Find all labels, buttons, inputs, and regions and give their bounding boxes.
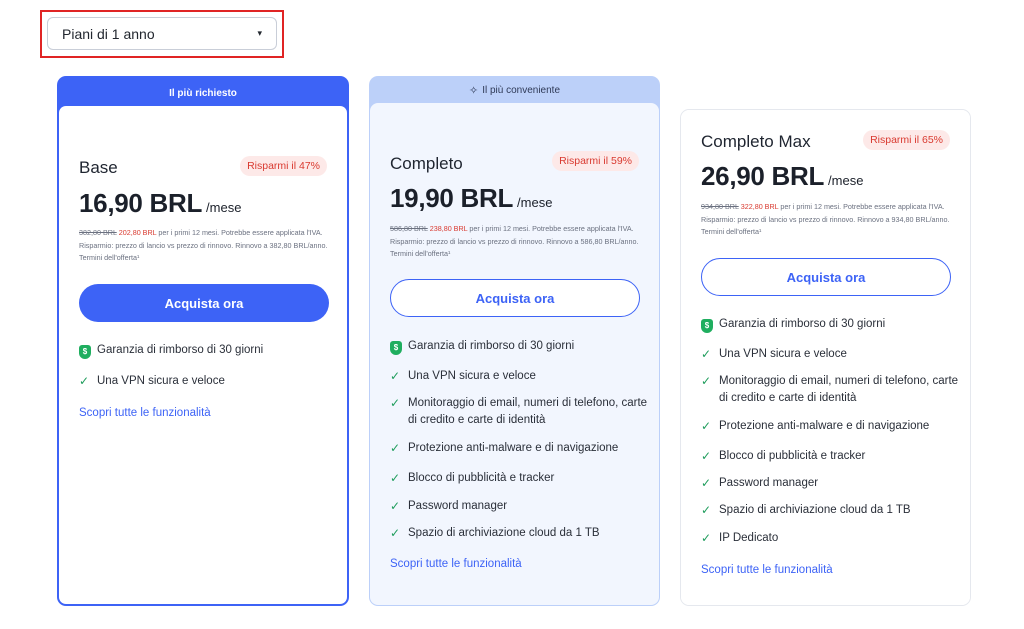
fine-print-text: per i primi 12 mesi. Potrebbe essere app…	[390, 224, 639, 258]
plan-name: Base	[79, 158, 118, 177]
buy-now-button[interactable]: Acquista ora	[390, 279, 640, 317]
price-fine-print: 382,80 BRL 202,80 BRL per i primi 12 mes…	[79, 227, 331, 265]
feature-item: ✓ Monitoraggio di email, numeri di telefo…	[701, 373, 963, 407]
sparkle-icon: ✧	[468, 84, 479, 97]
plan-duration-dropdown[interactable]: Piani di 1 anno ▾	[47, 17, 277, 50]
see-all-features-link[interactable]: Scopri tutte le funzionalità	[79, 407, 211, 419]
old-price: 586,80 BRL	[390, 224, 428, 233]
price: 26,90 BRL	[701, 161, 825, 191]
price-period: /mese	[828, 173, 864, 188]
card-header-label: Il più richiesto	[169, 87, 237, 99]
old-price: 382,80 BRL	[79, 228, 117, 237]
check-icon: ✓	[701, 374, 712, 388]
fine-print-text: per i primi 12 mesi. Potrebbe essere app…	[79, 228, 328, 262]
check-icon: ✓	[701, 449, 712, 463]
feature-item: ✓ Password manager	[390, 498, 652, 515]
guarantee-item: $ Garanzia di rimborso di 30 giorni	[701, 316, 963, 333]
guarantee-label: Garanzia di rimborso di 30 giorni	[97, 344, 264, 356]
feature-label: Blocco di pubblicità e tracker	[408, 472, 555, 484]
check-icon: ✓	[390, 499, 401, 513]
feature-label: Una VPN sicura e veloce	[97, 375, 225, 387]
check-icon: ✓	[390, 396, 401, 410]
feature-item: ✓ IP Dedicato	[701, 530, 963, 547]
card-header-label: Il più conveniente	[482, 84, 561, 96]
price-row: 16,90 BRL /mese	[79, 188, 241, 219]
price-row: 19,90 BRL /mese	[390, 183, 552, 214]
feature-item: ✓ Blocco di pubblicità e tracker	[390, 470, 652, 487]
savings-badge: Risparmi il 59%	[552, 151, 639, 171]
check-icon: ✓	[390, 526, 401, 540]
feature-item: ✓ Una VPN sicura e veloce	[79, 373, 341, 390]
shield-icon: $	[701, 318, 713, 333]
feature-label: Monitoraggio di email, numeri di telefon…	[408, 397, 648, 426]
feature-label: Una VPN sicura e veloce	[719, 348, 847, 360]
shield-icon: $	[79, 344, 91, 359]
check-icon: ✓	[390, 441, 401, 455]
new-price: 202,80 BRL	[118, 228, 157, 237]
feature-item: ✓ Una VPN sicura e veloce	[701, 346, 963, 363]
chevron-down-icon: ▾	[257, 28, 262, 38]
card-body: Base Risparmi il 47% 16,90 BRL /mese 382…	[59, 106, 347, 604]
feature-item: ✓ Spazio di archiviazione cloud da 1 TB	[390, 525, 652, 542]
feature-item: ✓ Password manager	[701, 475, 963, 492]
feature-label: Spazio di archiviazione cloud da 1 TB	[408, 527, 600, 539]
guarantee-item: $ Garanzia di rimborso di 30 giorni	[390, 338, 652, 355]
price-period: /mese	[517, 195, 553, 210]
feature-item: ✓ Una VPN sicura e veloce	[390, 368, 652, 385]
savings-badge: Risparmi il 65%	[863, 130, 950, 150]
feature-item: ✓ Protezione anti-malware e di navigazion…	[390, 440, 652, 457]
feature-item: ✓ Protezione anti-malware e di navigazion…	[701, 418, 963, 435]
savings-badge: Risparmi il 47%	[240, 156, 327, 176]
feature-label: IP Dedicato	[719, 532, 779, 544]
feature-item: ✓ Monitoraggio di email, numeri di telefo…	[390, 395, 652, 429]
card-header-most-convenient: ✧ Il più conveniente	[369, 76, 660, 104]
check-icon: ✓	[390, 471, 401, 485]
check-icon: ✓	[701, 503, 712, 517]
feature-label: Protezione anti-malware e di navigazione	[408, 442, 619, 454]
new-price: 238,80 BRL	[429, 224, 468, 233]
check-icon: ✓	[701, 419, 712, 433]
check-icon: ✓	[701, 347, 712, 361]
fine-print-text: per i primi 12 mesi. Potrebbe essere app…	[701, 202, 950, 236]
plan-name: Completo Max	[701, 132, 811, 151]
feature-item: ✓ Spazio di archiviazione cloud da 1 TB	[701, 502, 963, 519]
see-all-features-link[interactable]: Scopri tutte le funzionalità	[701, 564, 833, 576]
card-body: Completo Risparmi il 59% 19,90 BRL /mese…	[370, 103, 659, 605]
guarantee-label: Garanzia di rimborso di 30 giorni	[719, 318, 886, 330]
old-price: 934,80 BRL	[701, 202, 739, 211]
buy-now-button[interactable]: Acquista ora	[701, 258, 951, 296]
check-icon: ✓	[701, 531, 712, 545]
feature-label: Password manager	[408, 500, 508, 512]
price-fine-print: 934,80 BRL 322,80 BRL per i primi 12 mes…	[701, 201, 953, 239]
plan-duration-label: Piani di 1 anno	[62, 25, 155, 42]
shield-icon: $	[390, 340, 402, 355]
feature-label: Password manager	[719, 477, 819, 489]
feature-label: Spazio di archiviazione cloud da 1 TB	[719, 504, 911, 516]
price-row: 26,90 BRL /mese	[701, 161, 863, 192]
price-period: /mese	[206, 200, 242, 215]
feature-label: Monitoraggio di email, numeri di telefon…	[719, 375, 959, 404]
card-body: Completo Max Risparmi il 65% 26,90 BRL /…	[681, 110, 970, 605]
guarantee-item: $ Garanzia di rimborso di 30 giorni	[79, 342, 341, 359]
feature-label: Protezione anti-malware e di navigazione	[719, 420, 930, 432]
price-fine-print: 586,80 BRL 238,80 BRL per i primi 12 mes…	[390, 223, 642, 261]
guarantee-label: Garanzia di rimborso di 30 giorni	[408, 340, 575, 352]
check-icon: ✓	[701, 476, 712, 490]
price: 19,90 BRL	[390, 183, 514, 213]
plan-card-completo: ✧ Il più conveniente Completo Risparmi i…	[369, 76, 660, 606]
plan-card-completo-max: Completo Max Risparmi il 65% 26,90 BRL /…	[680, 109, 971, 606]
check-icon: ✓	[79, 374, 90, 388]
feature-label: Una VPN sicura e veloce	[408, 370, 536, 382]
buy-now-button[interactable]: Acquista ora	[79, 284, 329, 322]
plan-name: Completo	[390, 154, 463, 173]
card-header-most-requested: Il più richiesto	[57, 76, 349, 110]
price: 16,90 BRL	[79, 188, 203, 218]
feature-item: ✓ Blocco di pubblicità e tracker	[701, 448, 963, 465]
plan-card-base: Il più richiesto Base Risparmi il 47% 16…	[57, 76, 349, 606]
feature-label: Blocco di pubblicità e tracker	[719, 450, 866, 462]
check-icon: ✓	[390, 369, 401, 383]
see-all-features-link[interactable]: Scopri tutte le funzionalità	[390, 558, 522, 570]
new-price: 322,80 BRL	[740, 202, 779, 211]
